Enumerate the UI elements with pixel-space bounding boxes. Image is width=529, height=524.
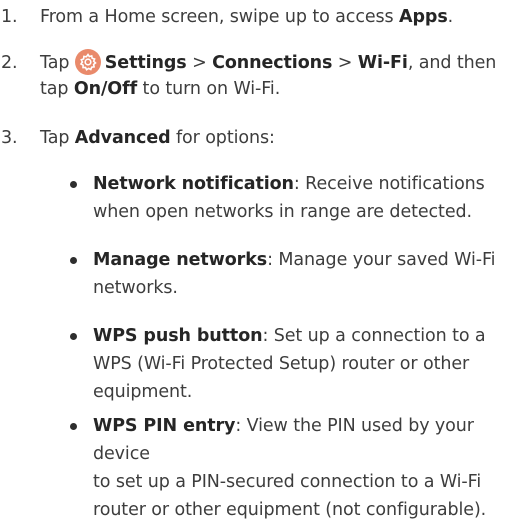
step-text: Tap Advanced for options:	[40, 124, 529, 152]
option-description: when open networks in range are detected…	[93, 202, 472, 222]
advanced-label: Advanced	[74, 128, 171, 148]
option-description: : Set up a connection to a	[262, 326, 486, 346]
separator: >	[186, 53, 213, 73]
step-text-part: Tap	[40, 53, 75, 73]
option-description: WPS (Wi-Fi Protected Setup) router or ot…	[93, 354, 470, 374]
option-term: WPS PIN entry	[93, 416, 236, 436]
list-item: Manage networks: Manage your saved Wi-Fi…	[70, 246, 529, 302]
settings-label: Settings	[104, 53, 187, 73]
step-number: 2.	[1, 53, 18, 73]
step-text-part: for options:	[170, 128, 275, 148]
wifi-instructions: 1. From a Home screen, swipe up to acces…	[0, 0, 529, 520]
step-text: From a Home screen, swipe up to access A…	[40, 3, 529, 31]
separator: >	[332, 53, 358, 73]
apps-label: Apps	[399, 7, 448, 27]
step-text: Tap Settings > Connections > Wi-Fi, and …	[40, 49, 529, 103]
bullet-icon	[70, 181, 77, 188]
list-item: WPS PIN entry: View the PIN used by your…	[70, 412, 529, 524]
option-term: Manage networks	[93, 250, 268, 270]
bullet-icon	[70, 333, 77, 340]
step-text-part: From a Home screen, swipe up to access	[40, 7, 400, 27]
step-text-part: tap	[40, 79, 74, 99]
option-term: Network notification	[93, 174, 294, 194]
option-description: equipment.	[93, 382, 193, 402]
step-number: 1.	[1, 7, 18, 27]
onoff-label: On/Off	[73, 79, 138, 99]
bullet-icon	[70, 257, 77, 264]
wifi-label: Wi-Fi	[357, 53, 408, 73]
option-description: networks.	[93, 278, 178, 298]
list-item: Network notification: Receive notificati…	[70, 170, 529, 226]
bullet-icon	[70, 423, 77, 430]
step-number: 3.	[1, 128, 18, 148]
step-text-part: to turn on Wi-Fi.	[137, 79, 281, 99]
list-item: WPS push button: Set up a connection to …	[70, 322, 529, 406]
option-description: to set up a PIN-secured connection to a …	[93, 472, 482, 492]
option-term: WPS push button	[93, 326, 263, 346]
option-description: router or other equipment (not configura…	[93, 500, 487, 520]
step-text-part: Tap	[40, 128, 75, 148]
connections-label: Connections	[212, 53, 333, 73]
option-description: : Manage your saved Wi-Fi	[267, 250, 496, 270]
step-text-part: , and then	[407, 53, 497, 73]
option-description: : Receive notifications	[293, 174, 485, 194]
settings-gear-icon	[74, 49, 101, 75]
step-text-part: .	[447, 7, 454, 27]
